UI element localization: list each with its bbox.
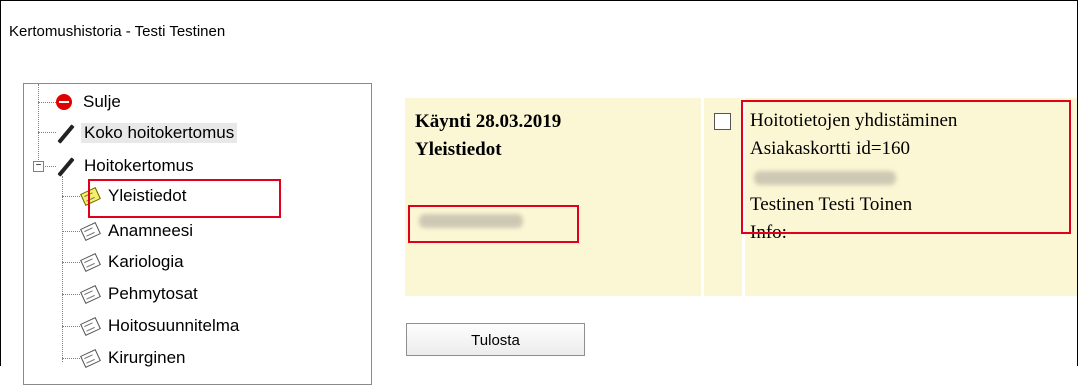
pen-icon [56, 123, 76, 143]
redacted-author [419, 214, 523, 228]
note-icon [80, 252, 100, 272]
tree-item-label: Hoitokertomus [84, 156, 194, 175]
note-icon [80, 186, 100, 206]
note-icon [80, 284, 100, 304]
tree-item-sulje[interactable]: Sulje [56, 89, 124, 115]
tree-item-hoitokertomus[interactable]: Hoitokertomus [56, 153, 197, 179]
tree-item-koko-hoitokertomus[interactable]: Koko hoitokertomus [56, 120, 238, 146]
collapse-toggle[interactable]: − [33, 161, 44, 172]
tree-item-label: Anamneesi [108, 221, 194, 240]
stop-icon [56, 94, 72, 110]
tree-item-label: Koko hoitokertomus [81, 123, 238, 143]
details-line-merge: Hoitotietojen yhdistäminen [750, 110, 958, 131]
tree-item-pehmytosat[interactable]: Pehmytosat [80, 281, 201, 307]
tree-item-anamneesi[interactable]: Anamneesi [80, 218, 196, 244]
pen-icon [56, 156, 76, 176]
tree-item-kariologia[interactable]: Kariologia [80, 249, 187, 275]
tree-item-hoitosuunnitelma[interactable]: Hoitosuunnitelma [80, 313, 242, 339]
details-line-name: Testinen Testi Toinen [750, 194, 913, 215]
window-title: Kertomushistoria - Testi Testinen [9, 23, 226, 40]
tree-item-yleistiedot[interactable]: Yleistiedot [80, 183, 189, 209]
visit-title: Käynti 28.03.2019 [415, 111, 562, 132]
note-icon [80, 316, 100, 336]
print-button[interactable]: Tulosta [406, 323, 585, 356]
details-line-info: Info: [750, 222, 787, 243]
tree-item-label: Yleistiedot [108, 186, 187, 205]
merge-checkbox[interactable] [714, 113, 731, 130]
history-window: Kertomushistoria - Testi Testinen − Sulj… [0, 0, 1078, 385]
tree-item-label: Hoitosuunnitelma [108, 316, 240, 335]
redacted-id [754, 171, 896, 185]
visit-heading: Käynti 28.03.2019 Yleistiedot [415, 108, 561, 164]
tree-item-label: Sulje [83, 92, 121, 111]
details-line-card-id: Asiakaskortti id=160 [750, 138, 911, 159]
tree-item-label: Pehmytosat [108, 284, 198, 303]
tree-item-label: Kirurginen [108, 348, 186, 367]
tree-item-kirurginen[interactable]: Kirurginen [80, 345, 189, 371]
visit-subtitle: Yleistiedot [415, 139, 502, 160]
navigation-tree[interactable]: − Sulje Koko hoitokertomus Hoitokertomus… [23, 83, 372, 385]
tree-item-label: Kariologia [108, 252, 184, 271]
details-line-redacted [750, 163, 957, 191]
details-text: Hoitotietojen yhdistäminen Asiakaskortti… [750, 107, 957, 247]
note-icon [80, 348, 100, 368]
note-icon [80, 221, 100, 241]
